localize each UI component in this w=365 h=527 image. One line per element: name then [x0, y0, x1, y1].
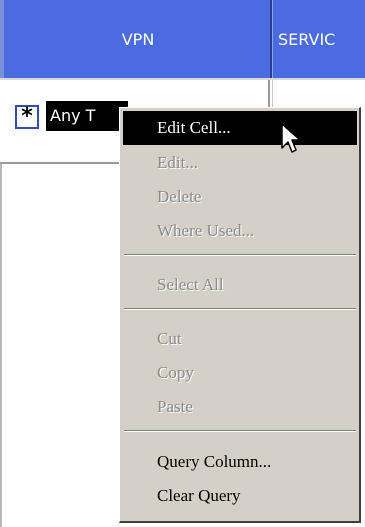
menu-item-delete[interactable]: Delete [123, 180, 357, 214]
menu-item-select-all[interactable]: Select All [123, 268, 357, 302]
column-header-service[interactable]: SERVIC [272, 0, 365, 78]
context-menu: Edit Cell... Edit... Delete Where Used..… [119, 107, 361, 523]
menu-separator [124, 308, 356, 310]
table-header-row: VPN SERVIC [0, 0, 365, 80]
menu-item-copy[interactable]: Copy [123, 356, 357, 390]
menu-separator [124, 254, 356, 256]
menu-item-query-column[interactable]: Query Column... [123, 445, 357, 479]
menu-item-edit[interactable]: Edit... [123, 146, 357, 180]
vpn-cell-value[interactable]: Any T [46, 101, 128, 131]
menu-item-cut[interactable]: Cut [123, 322, 357, 356]
menu-item-where-used[interactable]: Where Used... [123, 214, 357, 248]
menu-item-edit-cell[interactable]: Edit Cell... [123, 111, 357, 145]
menu-separator [124, 430, 356, 432]
mouse-pointer-icon [281, 123, 301, 153]
column-header-vpn[interactable]: VPN [6, 0, 270, 78]
header-edge [0, 0, 4, 78]
menu-item-paste[interactable]: Paste [123, 390, 357, 424]
menu-item-clear-query[interactable]: Clear Query [123, 479, 357, 513]
asterisk-icon: * [15, 105, 39, 129]
